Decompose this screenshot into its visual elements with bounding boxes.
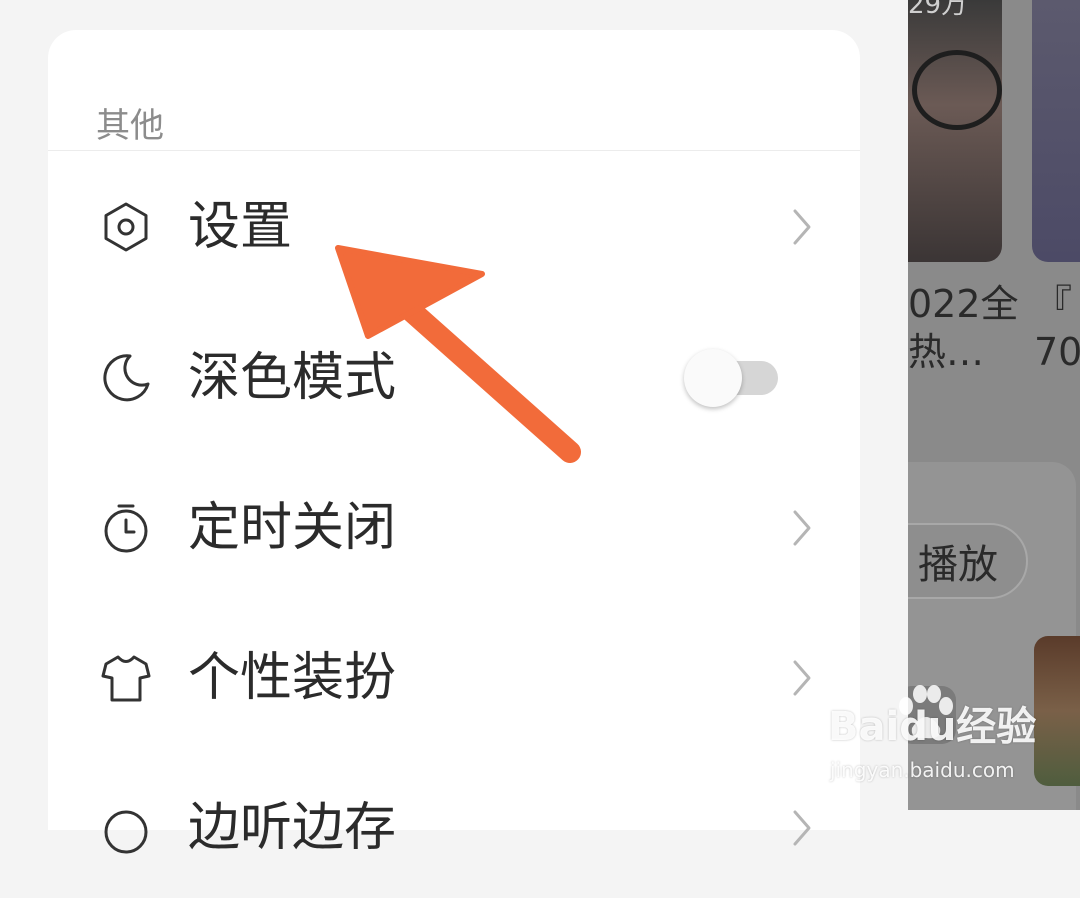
chevron-right-icon xyxy=(793,510,811,546)
hexagon-gear-icon xyxy=(104,202,148,252)
glasses-shape xyxy=(912,50,1002,130)
menu-item-label: 设置 xyxy=(188,197,293,257)
baidu-jingyan-watermark: Baidu经验 jingyan.baidu.com xyxy=(822,685,1052,798)
play-button[interactable]: 播放 xyxy=(908,523,1028,599)
dark-mode-toggle[interactable] xyxy=(684,349,778,407)
menu-item-save-while-listening[interactable]: 边听边存 xyxy=(48,758,860,898)
tshirt-icon xyxy=(101,655,151,702)
chevron-right-icon xyxy=(793,810,811,846)
divider xyxy=(48,150,860,151)
chevron-right-icon xyxy=(793,660,811,696)
timer-icon xyxy=(104,504,148,553)
menu-item-theme[interactable]: 个性装扮 xyxy=(48,608,860,748)
annotation-arrow-icon xyxy=(335,245,581,463)
crescent-moon-icon xyxy=(103,354,150,402)
watermark-brand: Baidu经验 xyxy=(828,704,1037,750)
menu-item-sleep-timer[interactable]: 定时关闭 xyxy=(48,458,860,598)
play-button-label: 播放 xyxy=(918,542,998,588)
menu-item-label: 边听边存 xyxy=(188,798,397,858)
menu-item-label: 个性装扮 xyxy=(188,648,397,708)
section-title: 其他 xyxy=(96,106,164,146)
video-thumbnail-1[interactable] xyxy=(908,0,1002,262)
video-caption-2: 『 70 xyxy=(1034,282,1080,374)
chevron-right-icon xyxy=(793,209,811,245)
menu-item-label: 定时关闭 xyxy=(188,498,397,558)
video-caption-1: 022全 热… xyxy=(908,282,1019,374)
view-count: 29万 xyxy=(908,0,968,20)
video-thumbnail-2[interactable] xyxy=(1032,0,1080,262)
watermark-url: jingyan.baidu.com xyxy=(830,758,1015,782)
toggle-knob xyxy=(684,349,742,407)
